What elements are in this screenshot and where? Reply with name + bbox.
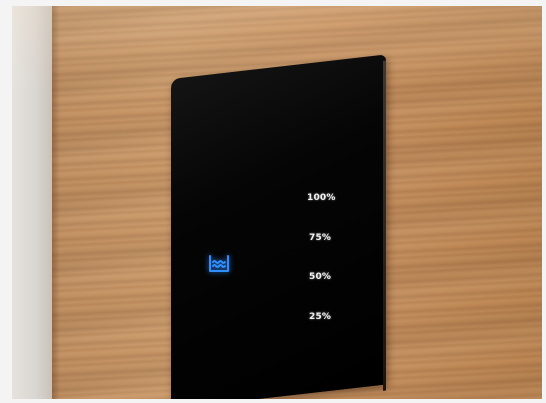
level-100-label[interactable]: 100% [307, 193, 336, 203]
level-75-label[interactable]: 75% [309, 233, 331, 243]
panel-side-edge [383, 60, 386, 391]
level-50-label[interactable]: 50% [309, 272, 331, 282]
level-25-label[interactable]: 25% [309, 312, 331, 322]
water-level-icon[interactable] [207, 254, 231, 274]
water-level-touch-panel [171, 54, 386, 399]
wood-wall-background: 100% 75% 50% 25% [12, 6, 542, 399]
